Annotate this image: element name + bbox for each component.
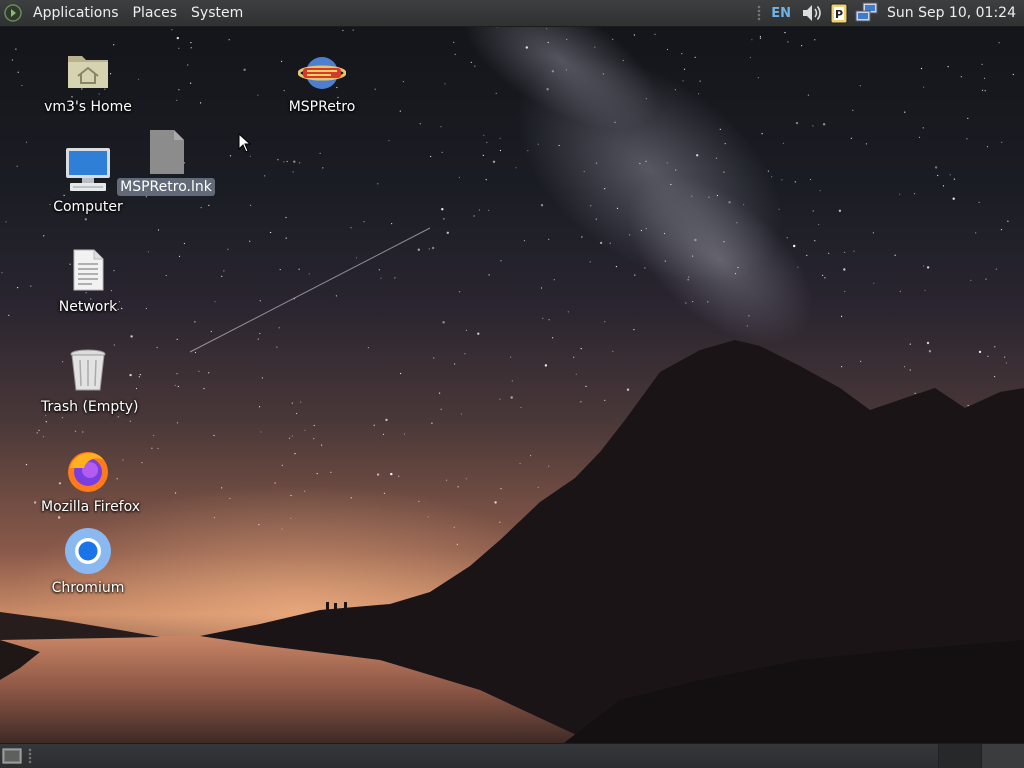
volume-icon[interactable] [801,2,823,24]
computer-label: Computer [53,199,123,215]
home-folder[interactable]: vm3's Home [38,46,138,116]
workspace-switcher [938,744,1024,768]
firefox-label: Mozilla Firefox [41,499,141,515]
mspretro-lnk-label: MSPRetro.lnk [117,178,215,196]
mspretro-lnk-file[interactable]: MSPRetro.lnk [116,128,216,196]
network[interactable]: Network [38,246,138,316]
mountain-lake-scene [0,0,1024,746]
network-file-icon [64,246,112,294]
mspretro-label: MSPRetro [288,99,356,115]
panel-drag-handle-bottom[interactable] [28,748,32,764]
notification-area: EN P Sun Sep 10, 01:24 [757,0,1020,26]
gnome-foot-icon[interactable] [0,2,26,24]
bottom-panel [0,743,1024,768]
top-panel: Applications Places System EN P Sun Sep … [0,0,1024,27]
firefox-launcher[interactable]: Mozilla Firefox [38,446,140,516]
clock[interactable]: Sun Sep 10, 01:24 [885,5,1020,21]
network-icon[interactable] [855,2,879,24]
trash-label: Trash (Empty) [41,399,139,415]
show-desktop-icon[interactable] [2,747,22,765]
computer-icon [64,146,112,194]
generic-file-icon [142,128,190,176]
workspace-2[interactable] [981,744,1024,768]
workspace-1[interactable] [938,744,981,768]
menu-applications[interactable]: Applications [26,0,126,26]
trash-icon [64,346,112,394]
home-folder-icon [64,46,112,94]
clipboard-parcellite-icon[interactable]: P [829,2,849,24]
menu-system[interactable]: System [184,0,250,26]
trash[interactable]: Trash (Empty) [38,346,139,416]
chromium-icon [64,527,112,575]
panel-drag-handle[interactable] [757,5,762,21]
chromium-launcher[interactable]: Chromium [38,527,138,597]
network-label: Network [58,299,118,315]
home-folder-label: vm3's Home [44,99,132,115]
keyboard-layout-indicator[interactable]: EN [767,6,795,21]
firefox-icon [64,446,112,494]
msp-planet-icon [297,52,347,94]
svg-text:P: P [835,8,843,21]
menu-places[interactable]: Places [126,0,185,26]
desktop-background[interactable]: vm3's Home Computer Network Trash (Empty… [0,0,1024,768]
mspretro-launcher[interactable]: MSPRetro [272,52,372,116]
mouse-pointer-icon [238,133,252,153]
chromium-label: Chromium [51,580,125,596]
